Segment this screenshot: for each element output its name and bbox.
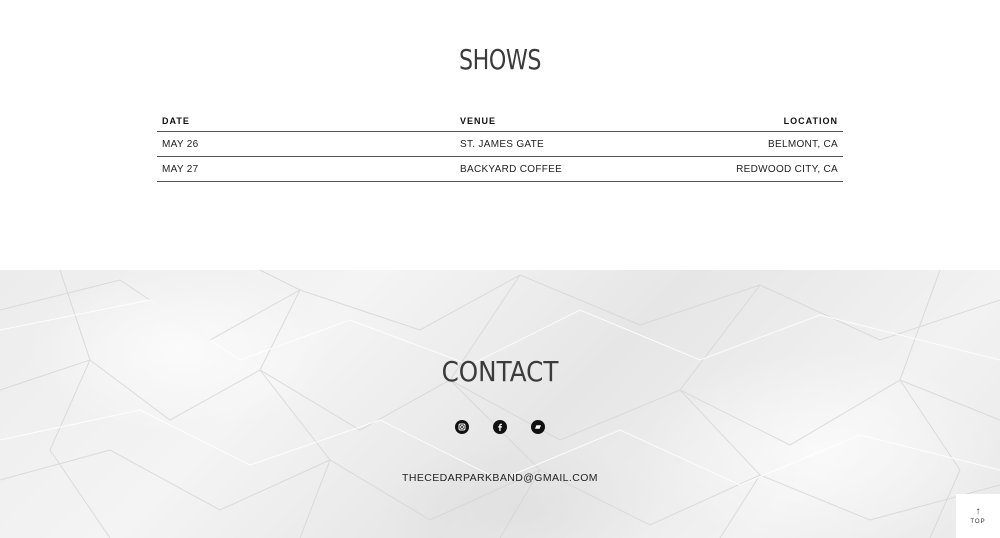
shows-table: DATE VENUE LOCATION MAY 26 ST. JAMES GAT… <box>157 110 843 182</box>
back-to-top-label: TOP <box>970 519 986 525</box>
show-date: MAY 27 <box>157 156 455 182</box>
instagram-icon[interactable] <box>455 420 469 434</box>
column-header-location: LOCATION <box>715 110 843 132</box>
back-to-top-button[interactable]: ↑ TOP <box>956 494 1000 538</box>
social-links <box>0 420 1000 434</box>
show-date: MAY 26 <box>157 131 455 157</box>
arrow-up-icon: ↑ <box>975 506 981 517</box>
shows-section: SHOWS DATE VENUE LOCATION MAY 26 ST. JAM… <box>0 0 1000 270</box>
crumpled-paper-texture <box>0 270 1000 538</box>
show-venue: ST. JAMES GATE <box>455 131 715 157</box>
contact-email-link[interactable]: THECEDARPARKBAND@GMAIL.COM <box>0 472 1000 484</box>
show-location: BELMONT, CA <box>715 131 843 157</box>
shows-title: SHOWS <box>458 43 542 76</box>
table-header-row: DATE VENUE LOCATION <box>157 110 843 132</box>
bandcamp-icon[interactable] <box>531 420 545 434</box>
contact-title: CONTACT <box>441 355 559 388</box>
column-header-venue: VENUE <box>455 110 715 132</box>
column-header-date: DATE <box>157 110 455 132</box>
page: SHOWS DATE VENUE LOCATION MAY 26 ST. JAM… <box>0 0 1000 538</box>
table-row: MAY 27 BACKYARD COFFEE REDWOOD CITY, CA <box>157 156 843 182</box>
contact-section: CONTACT THECEDARPARKBAND@GMAIL.COM <box>0 270 1000 538</box>
table-row: MAY 26 ST. JAMES GATE BELMONT, CA <box>157 131 843 157</box>
facebook-icon[interactable] <box>493 420 507 434</box>
show-venue: BACKYARD COFFEE <box>455 156 715 182</box>
show-location: REDWOOD CITY, CA <box>715 156 843 182</box>
